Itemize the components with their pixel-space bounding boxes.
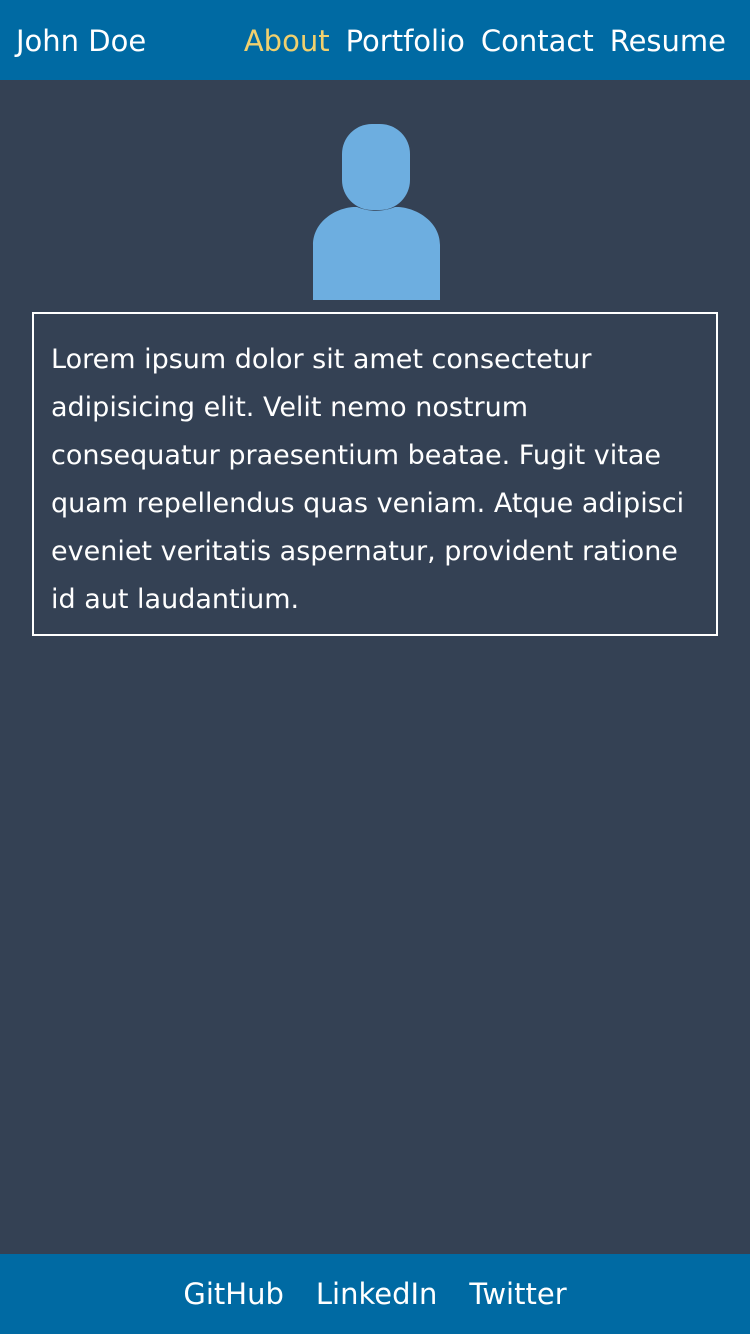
profile-avatar — [309, 120, 443, 302]
site-footer: GitHub LinkedIn Twitter — [0, 1254, 750, 1334]
user-silhouette-icon — [313, 124, 440, 300]
footer-github-link[interactable]: GitHub — [183, 1277, 284, 1311]
about-paragraph: Lorem ipsum dolor sit amet consectetur a… — [51, 344, 685, 615]
footer-twitter-link[interactable]: Twitter — [469, 1277, 566, 1311]
nav-resume-link[interactable]: Resume — [610, 21, 726, 61]
main-nav: About Portfolio Contact Resume — [244, 21, 726, 61]
nav-about-link[interactable]: About — [244, 21, 330, 61]
site-header: John Doe About Portfolio Contact Resume — [0, 0, 750, 80]
nav-contact-link[interactable]: Contact — [481, 21, 594, 61]
about-text-box: Lorem ipsum dolor sit amet consectetur a… — [32, 312, 718, 636]
nav-portfolio-link[interactable]: Portfolio — [346, 21, 465, 61]
site-title[interactable]: John Doe — [16, 21, 146, 61]
footer-linkedin-link[interactable]: LinkedIn — [316, 1277, 438, 1311]
